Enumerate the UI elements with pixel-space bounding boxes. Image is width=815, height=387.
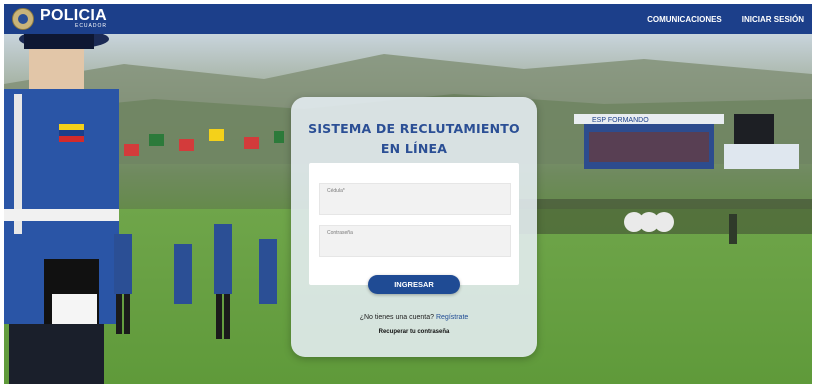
login-card: SISTEMA DE RECLUTAMIENTO EN LÍNEA Cédula… [291, 97, 537, 357]
password-field[interactable]: Contraseña [319, 225, 511, 257]
flags [124, 129, 284, 156]
password-label: Contraseña [327, 230, 353, 236]
recover-password-link[interactable]: Recuperar tu contraseña [291, 329, 537, 335]
signup-text: ¿No tienes una cuenta? Regístrate [291, 314, 537, 321]
police-crest-icon [12, 8, 34, 30]
stadium-building: ESP FORMANDO [574, 114, 799, 169]
top-navbar: POLICIA ECUADOR COMUNICACIONES INICIAR S… [4, 4, 812, 34]
stadium-sign-text: ESP FORMANDO [592, 117, 649, 124]
ingresar-button[interactable]: INGRESAR [368, 275, 460, 294]
cedula-field[interactable]: Cédula* [319, 183, 511, 215]
nav-link-comunicaciones[interactable]: COMUNICACIONES [647, 15, 722, 24]
nav-link-iniciar-sesion[interactable]: INICIAR SESIÓN [742, 15, 804, 24]
no-account-text: ¿No tienes una cuenta? [359, 314, 435, 321]
login-title-line2: EN LÍNEA [380, 141, 448, 156]
parade-troops [514, 199, 812, 244]
register-link[interactable]: Regístrate [436, 314, 468, 321]
police-logo[interactable]: POLICIA ECUADOR [12, 7, 107, 31]
login-title-line1: SISTEMA DE RECLUTAMIENTO [308, 121, 520, 136]
brand-name: POLICIA [40, 7, 107, 24]
cedula-label: Cédula* [327, 188, 345, 194]
marching-band [114, 224, 277, 339]
login-form: Cédula* Contraseña [309, 163, 519, 285]
login-title: SISTEMA DE RECLUTAMIENTO EN LÍNEA [291, 119, 537, 159]
nav-links: COMUNICACIONES INICIAR SESIÓN [647, 4, 804, 34]
